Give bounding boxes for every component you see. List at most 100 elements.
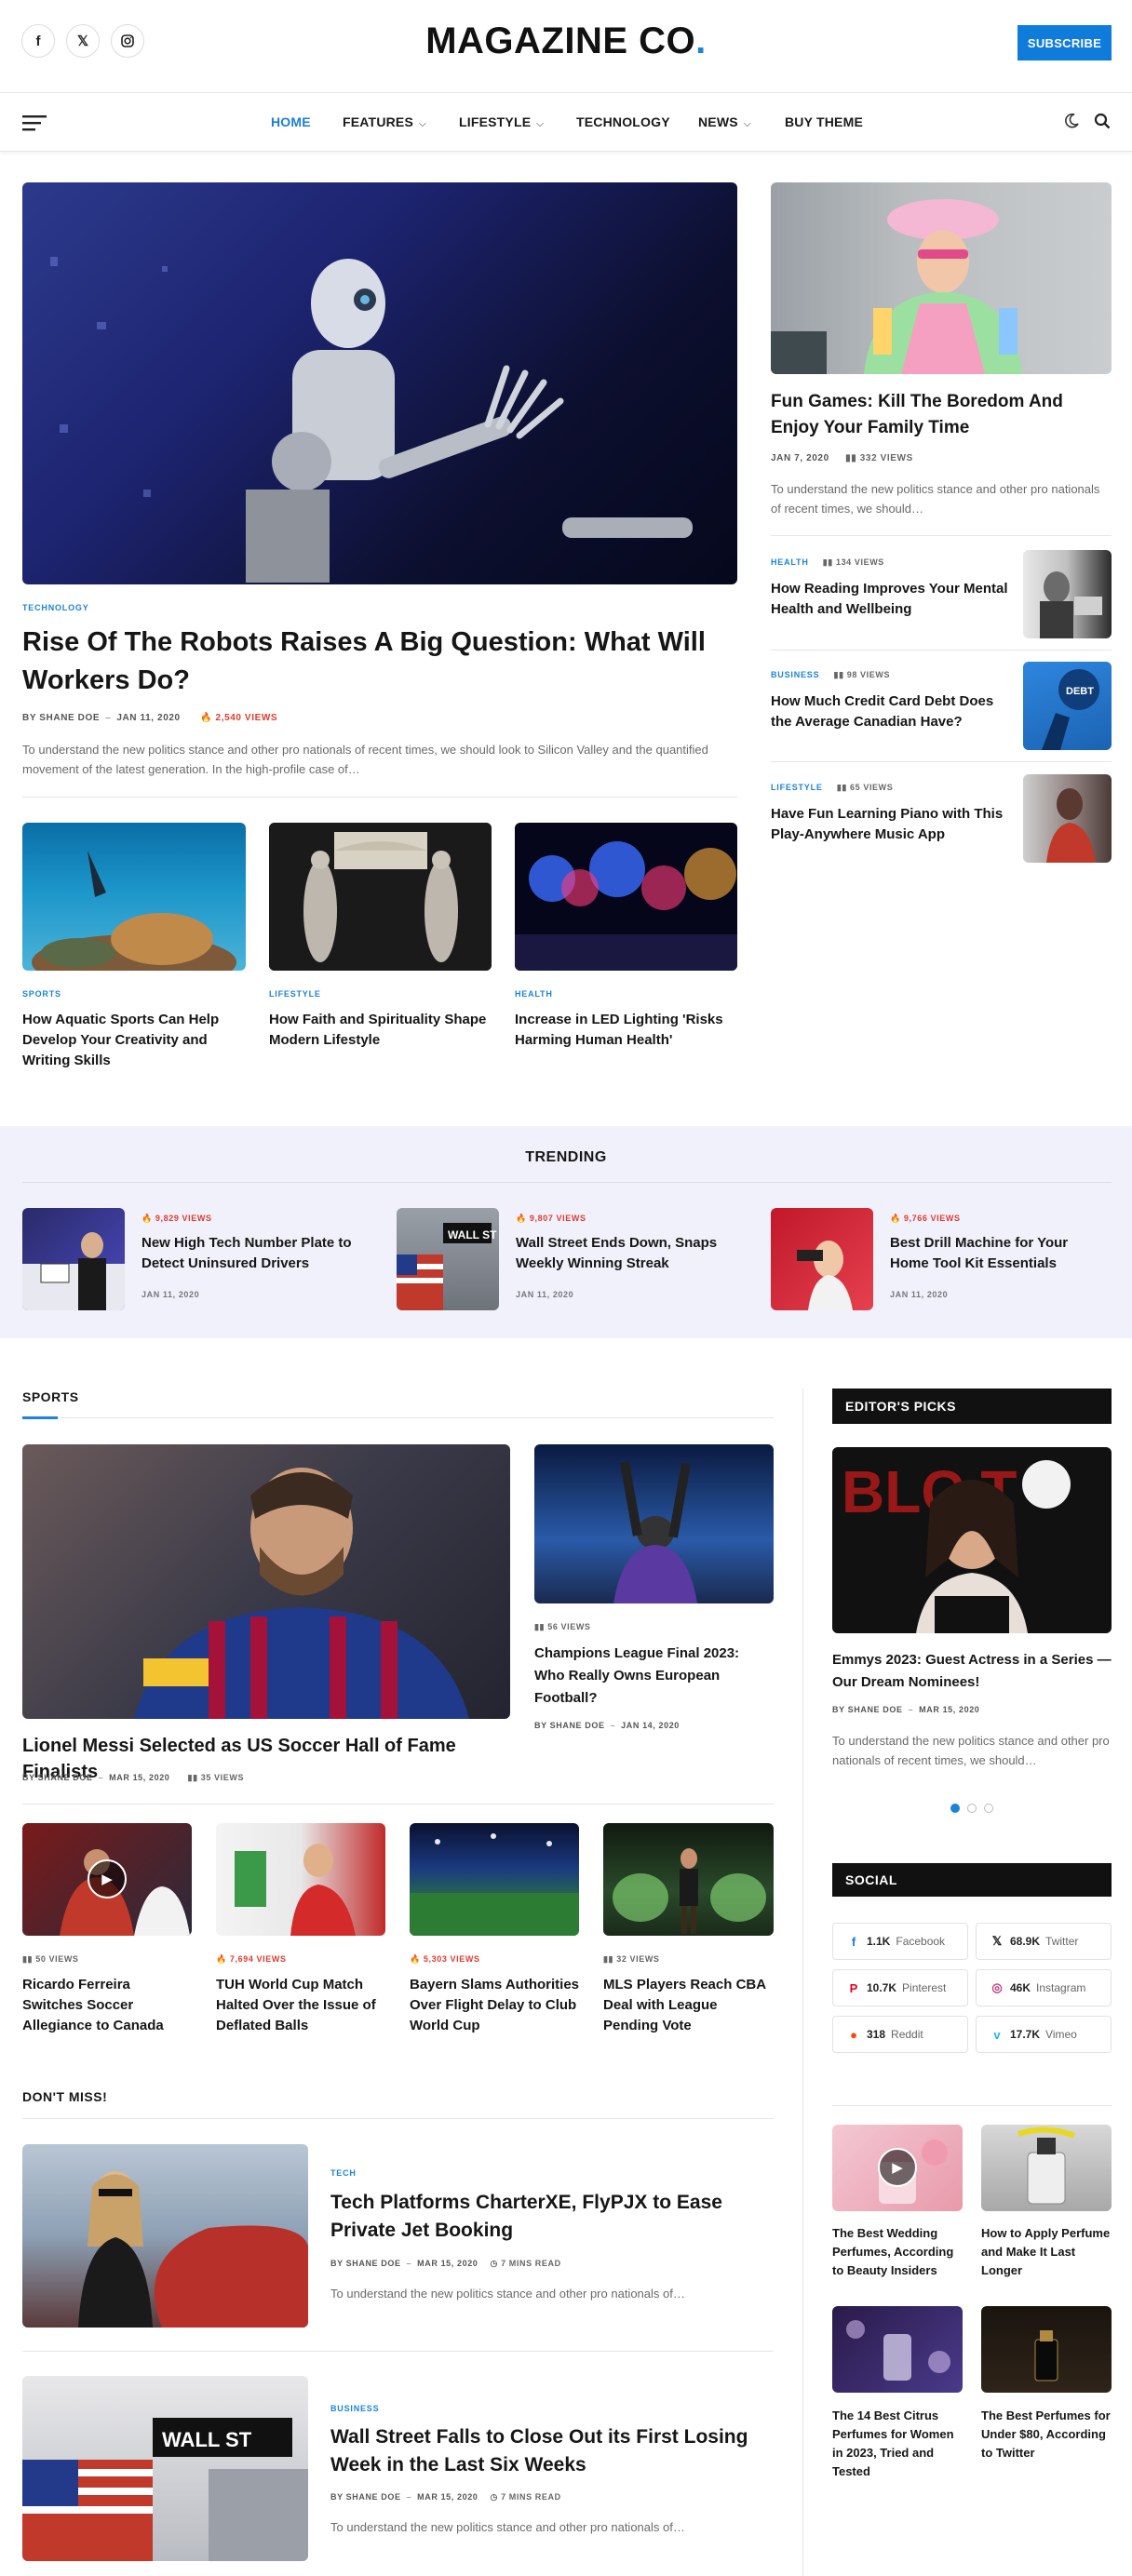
faith-spirituality-image[interactable] [269, 823, 492, 971]
apply-perfume-image[interactable] [981, 2125, 1112, 2211]
nav-lifestyle[interactable]: LIFESTYLE ⌵ [459, 114, 544, 129]
sports-grid-views-3: 🔥 5,303 VIEWS [410, 1954, 480, 1964]
hamburger-menu-icon[interactable] [22, 114, 47, 131]
sports-grid-title-3[interactable]: Bayern Slams Authorities Over Flight Del… [410, 1975, 579, 2036]
carousel-dot-2[interactable] [967, 1804, 977, 1813]
bar-chart-icon: ▮▮ [534, 1622, 546, 1631]
side-list-meta-1: HEALTH ▮▮ 134 VIEWS [771, 557, 884, 567]
sidebar-grid-title-3[interactable]: The 14 Best Citrus Perfumes for Women in… [832, 2407, 963, 2481]
bar-chart-icon: ▮▮ [845, 453, 857, 463]
nav-home[interactable]: HOME [271, 114, 311, 129]
dark-mode-moon-icon[interactable] [1063, 113, 1080, 134]
bar-chart-icon: ▮▮ [822, 557, 833, 567]
side-list-title-3[interactable]: Have Fun Learning Piano with This Play-A… [771, 804, 1013, 845]
bar-chart-icon: ▮▮ [603, 1954, 614, 1964]
sidebar-grid-title-2[interactable]: How to Apply Perfume and Make It Last Lo… [981, 2224, 1112, 2280]
sports-grid-views-2: 🔥 7,694 VIEWS [216, 1954, 287, 1964]
citrus-perfume-image[interactable] [832, 2306, 963, 2393]
play-icon[interactable]: ▶ [878, 2148, 917, 2187]
side-list-title-2[interactable]: How Much Credit Card Debt Does the Avera… [771, 691, 1013, 732]
side-feature-title[interactable]: Fun Games: Kill The Boredom And Enjoy Yo… [771, 389, 1112, 441]
editors-picks-meta: BY SHANE DOE – MAR 15, 2020 [832, 1705, 980, 1714]
social-reddit[interactable]: ● 318 Reddit [832, 2016, 968, 2053]
editors-picks-heading: EDITOR'S PICKS [832, 1389, 1112, 1424]
sports-grid-views-4: ▮▮ 32 VIEWS [603, 1954, 660, 1964]
messi-image[interactable] [22, 1444, 510, 1719]
nav-technology[interactable]: TECHNOLOGY [576, 114, 670, 129]
dont-miss-title-2[interactable]: Wall Street Falls to Close Out its First… [330, 2423, 768, 2479]
perfumes-under-80-image[interactable] [981, 2306, 1112, 2393]
trending-image-3[interactable] [771, 1208, 873, 1310]
dont-miss-title-1[interactable]: Tech Platforms CharterXE, FlyPJX to Ease… [330, 2189, 768, 2245]
editors-picks-title[interactable]: Emmys 2023: Guest Actress in a Series — … [832, 1649, 1112, 1694]
dont-miss-category-2[interactable]: BUSINESS [330, 2404, 379, 2413]
carousel-dot-3[interactable] [984, 1804, 993, 1813]
hero-category[interactable]: TECHNOLOGY [22, 603, 89, 612]
trending-image-1[interactable] [22, 1208, 125, 1310]
led-lighting-image[interactable] [515, 823, 737, 971]
social-pinterest[interactable]: P 10.7K Pinterest [832, 1969, 968, 2006]
world-cup-image[interactable] [216, 1823, 385, 1936]
chevron-down-icon: ⌵ [536, 119, 545, 129]
debt-thumbnail[interactable]: DEBT [1023, 662, 1112, 750]
social-twitter[interactable]: 𝕏 68.9K Twitter [976, 1923, 1112, 1960]
side-list-title-1[interactable]: How Reading Improves Your Mental Health … [771, 579, 1013, 620]
hero-excerpt: To understand the new politics stance an… [22, 743, 708, 776]
trending-views-2: 🔥 9,807 VIEWS [516, 1214, 586, 1223]
sports-grid-title-2[interactable]: TUH World Cup Match Halted Over the Issu… [216, 1975, 385, 2036]
bayern-stadium-image[interactable] [410, 1823, 579, 1936]
reading-thumbnail[interactable] [1023, 550, 1112, 638]
grid-category-3[interactable]: HEALTH [515, 989, 553, 999]
social-vimeo[interactable]: v 17.7K Vimeo [976, 2016, 1112, 2053]
aquatic-sports-image[interactable] [22, 823, 246, 971]
grid-title-1[interactable]: How Aquatic Sports Can Help Develop Your… [22, 1010, 236, 1071]
grid-title-3[interactable]: Increase in LED Lighting 'Risks Harming … [515, 1010, 737, 1051]
dont-miss-excerpt-2: To understand the new politics stance an… [330, 2520, 685, 2534]
hero-image-robot[interactable] [22, 182, 737, 584]
grid-title-2[interactable]: How Faith and Spirituality Shape Modern … [269, 1010, 492, 1051]
svg-text:WALL ST: WALL ST [448, 1228, 497, 1241]
trending-image-2[interactable]: WALL ST [397, 1208, 499, 1310]
x-twitter-icon: 𝕏 [991, 1934, 1003, 1948]
fire-icon: 🔥 [200, 713, 213, 723]
sidebar-grid-title-4[interactable]: The Best Perfumes for Under $80, Accordi… [981, 2407, 1112, 2462]
dont-miss-category-1[interactable]: TECH [330, 2168, 357, 2178]
play-icon[interactable]: ▶ [88, 1859, 127, 1898]
champions-league-image[interactable] [534, 1444, 774, 1603]
private-jet-image[interactable] [22, 2144, 308, 2328]
grid-category-2[interactable]: LIFESTYLE [269, 989, 321, 999]
mls-players-image[interactable] [603, 1823, 774, 1936]
editors-picks-excerpt: To understand the new politics stance an… [832, 1734, 1110, 1767]
sports-grid-title-1[interactable]: Ricardo Ferreira Switches Soccer Allegia… [22, 1975, 192, 2036]
site-logo[interactable]: MAGAZINE CO. [0, 20, 1132, 62]
wall-street-image[interactable]: WALL ST [22, 2376, 308, 2561]
sidebar-grid-title-1[interactable]: The Best Wedding Perfumes, According to … [832, 2224, 963, 2280]
social-instagram[interactable]: ◎ 46K Instagram [976, 1969, 1112, 2006]
bar-chart-icon: ▮▮ [833, 670, 844, 679]
ricardo-ferreira-image[interactable]: ▶ [22, 1823, 192, 1936]
nav-news[interactable]: NEWS ⌵ [698, 114, 751, 129]
nav-buy-theme[interactable]: BUY THEME [785, 114, 863, 129]
carousel-dot-1[interactable] [950, 1804, 960, 1813]
social-facebook[interactable]: f 1.1K Facebook [832, 1923, 968, 1960]
sidebar-divider [802, 1389, 803, 2576]
search-icon[interactable] [1094, 113, 1111, 134]
bar-chart-icon: ▮▮ [187, 1773, 198, 1782]
dont-miss-meta-1: BY SHANE DOE – MAR 15, 2020 ◷ 7 MINS READ [330, 2259, 561, 2268]
piano-thumbnail[interactable] [1023, 774, 1112, 863]
grid-category-1[interactable]: SPORTS [22, 989, 61, 999]
subscribe-button[interactable]: SUBSCRIBE [1017, 25, 1112, 60]
sports-grid-title-4[interactable]: MLS Players Reach CBA Deal with League P… [603, 1975, 774, 2036]
wedding-perfume-image[interactable]: ▶ [832, 2125, 963, 2211]
trending-title-3[interactable]: Best Drill Machine for Your Home Tool Ki… [890, 1233, 1109, 1274]
trending-title-1[interactable]: New High Tech Number Plate to Detect Uni… [142, 1233, 360, 1274]
trending-title-2[interactable]: Wall Street Ends Down, Snaps Weekly Winn… [516, 1233, 734, 1274]
nav-features[interactable]: FEATURES ⌵ [343, 114, 426, 129]
fun-games-image[interactable] [771, 182, 1112, 374]
instagram-icon: ◎ [991, 1980, 1003, 1994]
emmys-image[interactable]: BLC T [832, 1447, 1112, 1633]
sports-side-title[interactable]: Champions League Final 2023: Who Really … [534, 1643, 767, 1710]
reddit-icon: ● [850, 2027, 857, 2042]
hero-title[interactable]: Rise Of The Robots Raises A Big Question… [22, 624, 711, 700]
chevron-down-icon: ⌵ [743, 119, 751, 129]
